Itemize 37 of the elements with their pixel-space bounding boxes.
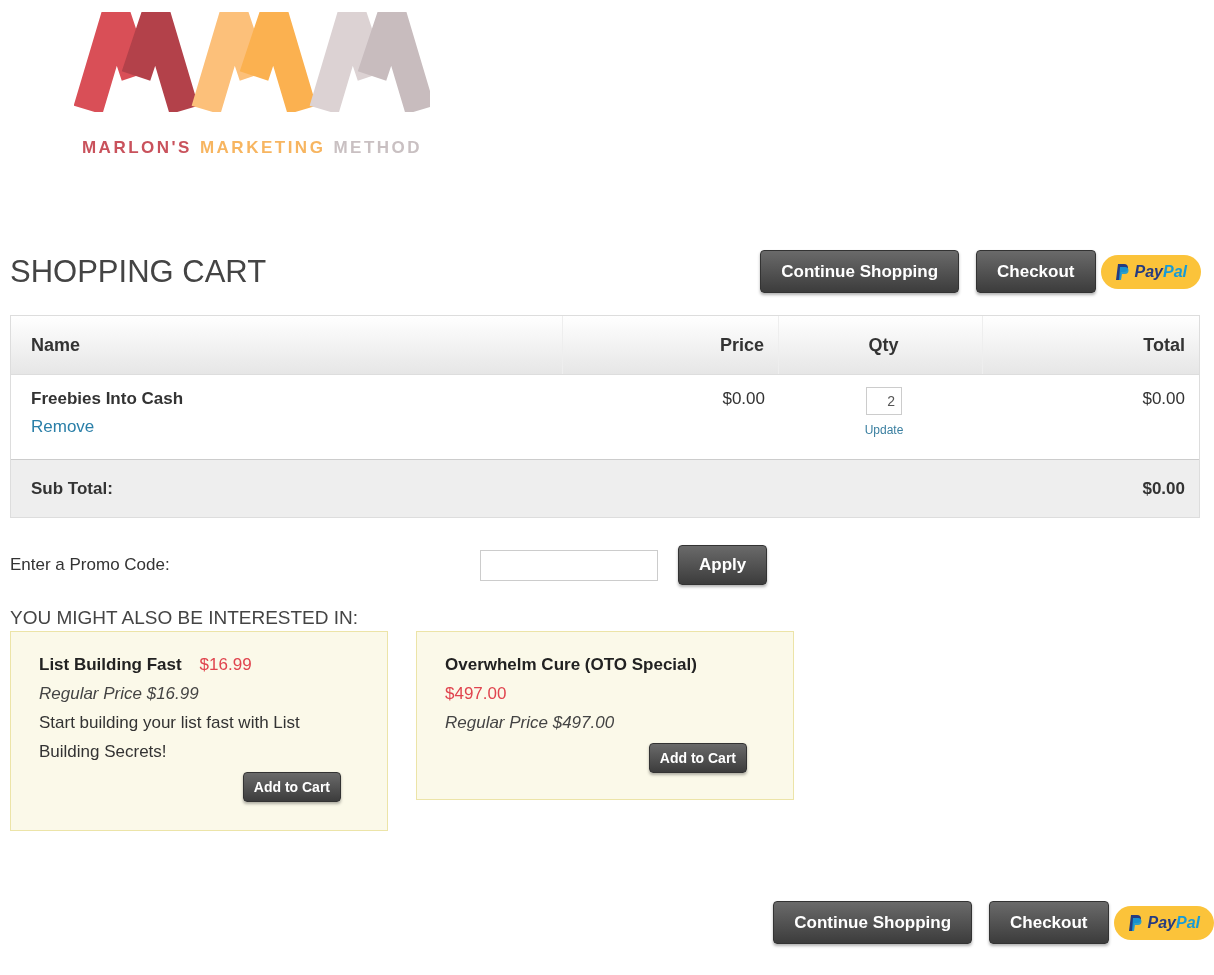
regular-price: Regular Price $16.99 [39,683,200,705]
promo-label: Enter a Promo Code: [10,555,171,575]
continue-shopping-button[interactable]: Continue Shopping [760,250,960,293]
column-header: Name [31,334,81,356]
add-to-cart-button[interactable]: Add to Cart [648,743,747,773]
product-description: Start building your list fast with List Building Secrets! [39,712,301,763]
product-name: Overwhelm Cure (OTO Special) [445,655,697,674]
p-letter-icon [1114,263,1129,280]
product-price: $497.00 [445,683,508,705]
logo-word: MARLON'S [81,138,192,158]
column-header: Price [719,334,764,356]
checkout-button[interactable]: Checkout [976,250,1096,293]
total-cell: $0.00 [1142,389,1185,409]
subtotal-label: Sub Total: [31,478,113,499]
logo-word: MARKETING [199,138,326,158]
column-header: Total [1143,334,1185,356]
section-title: YOU MIGHT ALSO BE INTERESTED IN: [10,607,360,629]
subtotal-value: $0.00 [1142,478,1185,499]
quantity-field[interactable]: 2 [866,387,902,415]
continue-shopping-button[interactable]: Continue Shopping [773,901,973,944]
product-name: Freebies Into Cash [31,389,185,409]
logo-word: METHOD [333,138,423,158]
price-cell: $0.00 [722,389,765,409]
apply-button[interactable]: Apply [678,545,768,585]
p-letter-icon [1127,914,1142,931]
regular-price: Regular Price $497.00 [445,712,616,734]
product-name: List Building Fast [39,655,182,674]
paypal-button[interactable]: PayPal [1113,905,1214,940]
checkout-button[interactable]: Checkout [989,901,1109,944]
column-header: Qty [868,334,899,356]
paypal-button[interactable]: PayPal [1100,254,1201,289]
promo-code-field[interactable] [480,549,658,581]
page-title: SHOPPING CART [10,253,267,290]
add-to-cart-button[interactable]: Add to Cart [242,772,341,802]
product-price: $16.99 [199,655,252,674]
update-link[interactable]: Update [864,423,904,437]
remove-link[interactable]: Remove [31,417,549,437]
